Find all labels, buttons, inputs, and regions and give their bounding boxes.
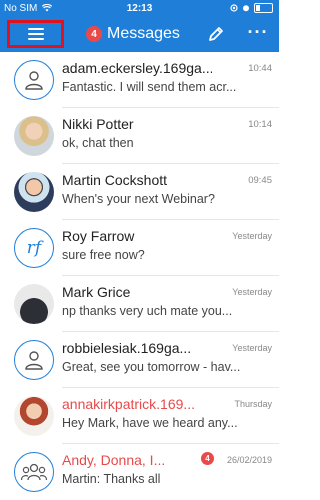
- compose-button[interactable]: [207, 25, 225, 43]
- conversation-row[interactable]: adam.eckersley.169ga... 10:44 Fantastic.…: [0, 52, 279, 108]
- conversation-time: Thursday: [234, 399, 272, 409]
- conversation-time: 10:44: [248, 63, 272, 74]
- avatar: [14, 172, 54, 212]
- conversation-preview: ok, chat then: [62, 136, 134, 150]
- avatar: [14, 60, 54, 100]
- conversation-name: Martin Cockshott: [62, 172, 168, 188]
- conversation-row[interactable]: Mark Grice Yesterday np thanks very uch …: [0, 276, 279, 332]
- nav-bar: 4 Messages ···: [0, 17, 279, 52]
- conversation-time: Yesterday: [232, 343, 272, 353]
- avatar: rf: [14, 228, 54, 268]
- conversation-name: Andy, Donna, I...: [62, 452, 166, 468]
- conversation-preview: np thanks very uch mate you...: [62, 304, 233, 318]
- page-title: Messages: [107, 25, 180, 42]
- avatar: [14, 340, 54, 380]
- conversation-preview: Fantastic. I will send them acr...: [62, 80, 237, 94]
- conversation-row[interactable]: robbielesiak.169ga... Yesterday Great, s…: [0, 332, 279, 388]
- avatar: [14, 452, 54, 492]
- conversation-row[interactable]: Martin Cockshott 09:45 When's your next …: [0, 164, 279, 220]
- conversation-preview: Great, see you tomorrow - hav...: [62, 360, 241, 374]
- conversation-name: robbielesiak.169ga...: [62, 340, 192, 356]
- nav-title-group: 4 Messages: [86, 25, 180, 43]
- battery-icon: [254, 3, 273, 13]
- conversation-list: adam.eckersley.169ga... 10:44 Fantastic.…: [0, 52, 279, 500]
- avatar: [14, 396, 54, 436]
- conversation-time: 10:14: [248, 119, 272, 130]
- avatar-initials: rf: [26, 238, 42, 258]
- conversation-time: 09:45: [248, 175, 272, 186]
- more-options-button[interactable]: ···: [246, 23, 270, 43]
- conversation-preview: Martin: Thanks all: [62, 472, 161, 486]
- pencil-icon: [209, 27, 223, 41]
- user-outline-icon: [25, 71, 43, 90]
- conversation-unread-badge: 4: [201, 452, 214, 465]
- conversation-time: Yesterday: [232, 287, 272, 297]
- location-icon: [230, 4, 238, 12]
- status-bar: No SIM 12:13: [0, 0, 279, 17]
- group-icon: [20, 463, 48, 481]
- user-outline-icon: [25, 351, 43, 370]
- conversation-time: Yesterday: [232, 231, 272, 241]
- conversation-preview: sure free now?: [62, 248, 145, 262]
- conversation-name: Mark Grice: [62, 284, 131, 300]
- conversation-name: Nikki Potter: [62, 116, 134, 132]
- conversation-preview: When's your next Webinar?: [62, 192, 215, 206]
- avatar: [14, 284, 54, 324]
- conversation-time: 26/02/2019: [226, 455, 272, 465]
- menu-button[interactable]: [7, 20, 64, 48]
- status-icons: [230, 3, 273, 13]
- conversation-name: adam.eckersley.169ga...: [62, 60, 212, 76]
- conversation-name: annakirkpatrick.169...: [62, 396, 196, 412]
- conversation-row[interactable]: Nikki Potter 10:14 ok, chat then: [0, 108, 279, 164]
- alarm-icon: [243, 5, 249, 12]
- hamburger-icon: [27, 28, 44, 40]
- conversation-preview: Hey Mark, have we heard any...: [62, 416, 238, 430]
- conversation-row[interactable]: Andy, Donna, I... 4 26/02/2019 Martin: T…: [0, 444, 279, 500]
- conversation-row[interactable]: rf Roy Farrow Yesterday sure free now?: [0, 220, 279, 276]
- conversation-row[interactable]: annakirkpatrick.169... Thursday Hey Mark…: [0, 388, 279, 444]
- avatar: [14, 116, 54, 156]
- unread-badge: 4: [86, 26, 102, 42]
- conversation-name: Roy Farrow: [62, 228, 135, 244]
